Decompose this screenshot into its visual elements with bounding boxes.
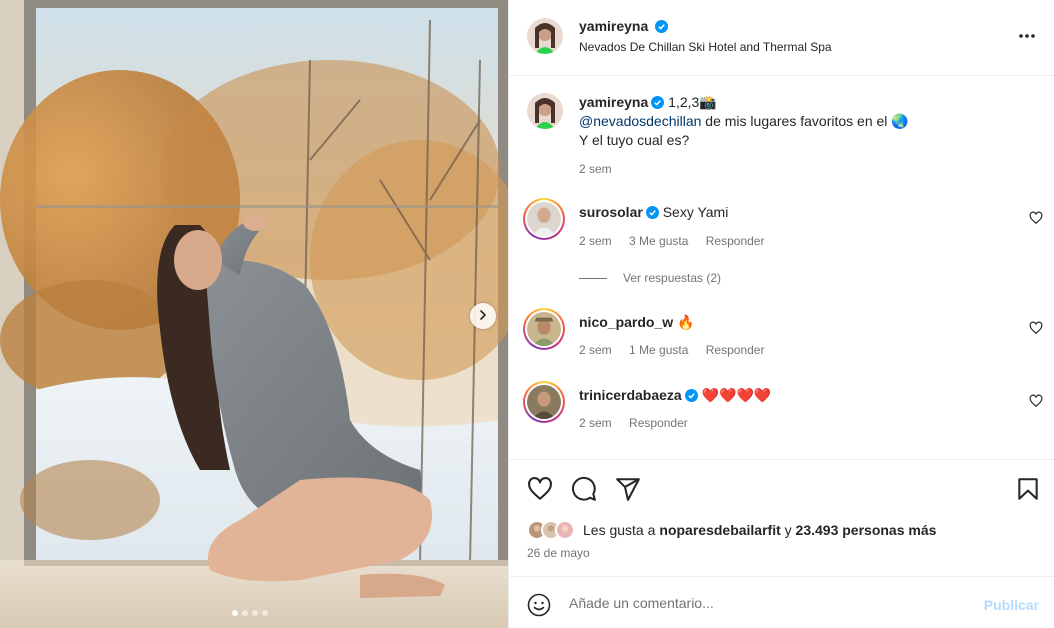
author-username[interactable]: yamireyna xyxy=(579,18,648,34)
comment-likes[interactable]: 3 Me gusta xyxy=(629,234,688,248)
comment-meta: 2 sem Responder xyxy=(579,416,702,430)
liker-avatar xyxy=(555,520,575,540)
likes-summary: Les gusta a noparesdebailarfit y 23.493 … xyxy=(527,520,936,540)
more-horizontal-icon xyxy=(1017,33,1037,49)
verified-badge-icon xyxy=(651,95,665,109)
view-replies-button[interactable]: Ver respuestas (2) xyxy=(579,271,721,285)
post-actions: Les gusta a noparesdebailarfit y 23.493 … xyxy=(509,459,1054,575)
caption-inline-text: 1,2,3📸 xyxy=(668,94,717,110)
comment-2: nico_pardo_w 🔥 xyxy=(579,313,694,332)
likes-prefix: Les gusta a xyxy=(583,522,656,538)
comment-avatar[interactable] xyxy=(523,198,565,240)
post-photo xyxy=(0,0,508,628)
likes-user-link[interactable]: noparesdebailarfit xyxy=(659,522,780,538)
post-details-panel: yamireyna Nevados De Chillan Ski Hotel a… xyxy=(508,0,1054,628)
comment-time[interactable]: 2 sem xyxy=(579,234,612,248)
post-date[interactable]: 26 de mayo xyxy=(527,546,590,560)
bookmark-icon xyxy=(1015,478,1041,505)
comment-like-button[interactable] xyxy=(1029,394,1043,411)
slide-dot xyxy=(232,610,238,616)
caption: yamireyna 1,2,3📸 @nevadosdechillan de mi… xyxy=(579,93,1029,150)
comment-like-button[interactable] xyxy=(1029,211,1043,228)
comment-time[interactable]: 2 sem xyxy=(579,416,612,430)
post-location[interactable]: Nevados De Chillan Ski Hotel and Thermal… xyxy=(579,40,832,54)
verified-badge-icon xyxy=(645,205,659,219)
comment-username[interactable]: surosolar xyxy=(579,204,643,220)
comment-like-button[interactable] xyxy=(1029,321,1043,338)
comment-input[interactable] xyxy=(569,589,969,617)
comment-avatar[interactable] xyxy=(523,381,565,423)
view-replies-label: Ver respuestas (2) xyxy=(623,271,722,285)
comments-section[interactable]: yamireyna 1,2,3📸 @nevadosdechillan de mi… xyxy=(509,77,1054,459)
comment-text: Sexy Yami xyxy=(662,204,729,220)
next-slide-button[interactable] xyxy=(470,303,496,329)
emoji-smile-icon xyxy=(527,593,551,620)
replies-divider xyxy=(579,277,607,279)
save-button[interactable] xyxy=(1015,476,1041,505)
liker-avatars xyxy=(527,520,575,540)
emoji-button[interactable] xyxy=(527,593,551,620)
comment-username[interactable]: trinicerdabaeza xyxy=(579,387,682,403)
caption-line1: de mis lugares favoritos en el 🌏 xyxy=(701,113,909,129)
likes-middle: y xyxy=(780,522,796,538)
reply-button[interactable]: Responder xyxy=(706,343,765,357)
comment-1: surosolar Sexy Yami xyxy=(579,203,728,222)
share-icon xyxy=(615,478,641,505)
caption-line2: Y el tuyo cual es? xyxy=(579,132,690,148)
reply-button[interactable]: Responder xyxy=(629,416,688,430)
author-avatar[interactable] xyxy=(527,18,563,54)
comment-meta: 2 sem 3 Me gusta Responder xyxy=(579,234,778,248)
share-button[interactable] xyxy=(615,476,641,505)
comment-meta: 2 sem 1 Me gusta Responder xyxy=(579,343,778,357)
verified-badge-icon xyxy=(684,388,698,402)
heart-icon xyxy=(1029,211,1043,228)
comment-username[interactable]: nico_pardo_w xyxy=(579,314,673,330)
heart-icon xyxy=(1029,321,1043,338)
comment-button[interactable] xyxy=(571,476,597,505)
caption-username[interactable]: yamireyna xyxy=(579,94,648,110)
publish-button[interactable]: Publicar xyxy=(984,597,1039,613)
post-media[interactable] xyxy=(0,0,508,628)
caption-mention-link[interactable]: @nevadosdechillan xyxy=(579,113,701,129)
chevron-right-icon xyxy=(477,308,489,324)
add-comment-bar: Publicar xyxy=(509,576,1054,628)
caption-meta: 2 sem xyxy=(579,162,626,176)
caption-time[interactable]: 2 sem xyxy=(579,162,612,176)
heart-icon xyxy=(527,477,553,505)
reply-button[interactable]: Responder xyxy=(706,234,765,248)
like-button[interactable] xyxy=(527,476,553,505)
slide-dot xyxy=(262,610,268,616)
comment-avatar[interactable] xyxy=(523,308,565,350)
slide-dot xyxy=(252,610,258,616)
slide-indicator xyxy=(232,610,268,616)
post-header: yamireyna Nevados De Chillan Ski Hotel a… xyxy=(509,0,1054,76)
slide-dot xyxy=(242,610,248,616)
comment-text: 🔥 xyxy=(677,314,695,330)
caption-avatar[interactable] xyxy=(527,93,563,129)
heart-icon xyxy=(1029,394,1043,411)
comment-time[interactable]: 2 sem xyxy=(579,343,612,357)
likes-count-link[interactable]: 23.493 personas más xyxy=(796,522,937,538)
comment-text: ❤️❤️❤️❤️ xyxy=(701,387,772,403)
verified-badge-icon xyxy=(655,20,669,33)
more-options-button[interactable] xyxy=(1017,26,1037,49)
comment-likes[interactable]: 1 Me gusta xyxy=(629,343,688,357)
comment-3: trinicerdabaeza ❤️❤️❤️❤️ xyxy=(579,386,771,405)
comment-icon xyxy=(571,476,597,505)
instagram-post-view: yamireyna Nevados De Chillan Ski Hotel a… xyxy=(0,0,1054,628)
